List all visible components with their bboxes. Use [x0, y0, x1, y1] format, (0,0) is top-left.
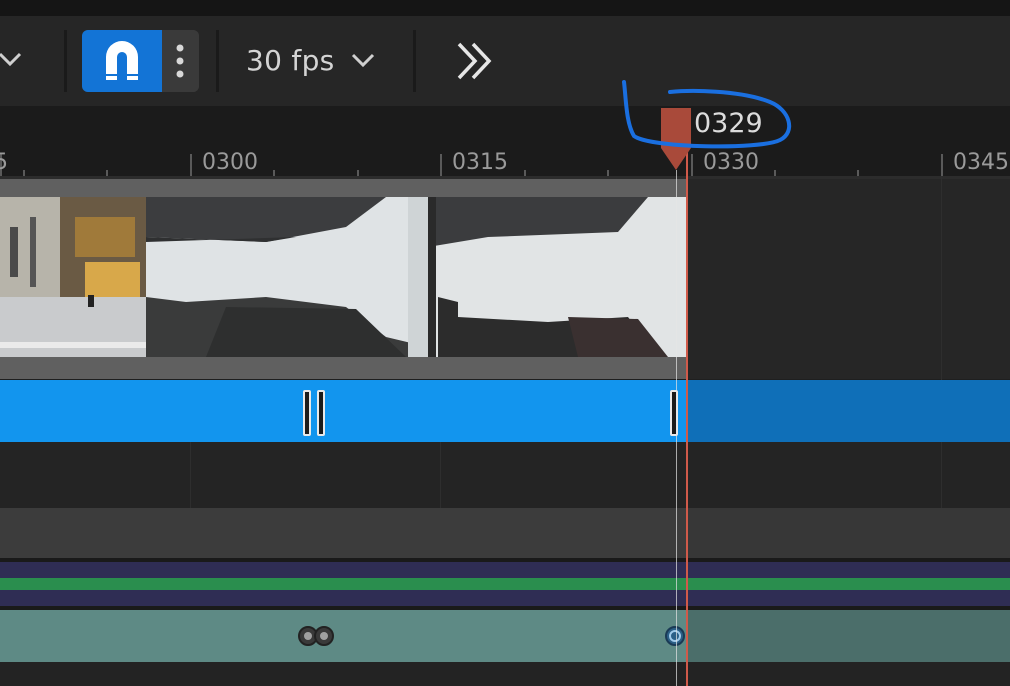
more-tools-button[interactable] — [455, 40, 497, 86]
grid-line — [941, 442, 942, 508]
gray-track-outside — [688, 508, 1010, 558]
snap-options-button[interactable] — [162, 30, 199, 92]
ruler-tick — [941, 154, 943, 176]
vertical-dots-icon — [176, 44, 184, 78]
magnet-icon — [106, 41, 138, 80]
video-clip-thumbnails[interactable] — [0, 179, 688, 379]
ruler-label: 5 — [0, 150, 8, 175]
empty-track — [0, 442, 1010, 508]
ruler-label: 0345 — [953, 150, 1009, 175]
annotation-circle — [620, 78, 795, 154]
ruler-label: 0315 — [452, 150, 508, 175]
fps-dropdown-label[interactable]: 30 fps — [246, 44, 335, 77]
audio-track-outside — [688, 610, 1010, 662]
clip-section-bar-outside — [688, 380, 1010, 442]
window-top-strip — [0, 0, 1010, 16]
clip-handle[interactable] — [317, 390, 325, 436]
keyframe-pair-icon[interactable] — [296, 623, 338, 649]
ruler-label: 0300 — [202, 150, 258, 175]
thumbnail-buildings-up — [146, 197, 428, 357]
grid-line — [440, 442, 441, 508]
track-separator — [0, 558, 1010, 562]
toolbar-divider — [216, 30, 219, 92]
bottom-track — [0, 662, 1010, 686]
keyframe-icon[interactable] — [663, 624, 687, 648]
thumbnail-street — [0, 197, 146, 357]
green-track-line — [0, 578, 1010, 590]
double-chevron-right-icon — [457, 42, 492, 80]
playhead-line — [686, 140, 688, 686]
thumbnail-buildings-up-2 — [428, 197, 688, 357]
snap-toggle-group — [82, 30, 199, 92]
clip-handle[interactable] — [303, 390, 311, 436]
toolbar-divider — [64, 30, 67, 92]
grid-line — [190, 442, 191, 508]
chevron-down-icon[interactable] — [0, 47, 26, 77]
chevron-down-icon[interactable] — [350, 50, 376, 76]
ruler-tick — [190, 154, 192, 176]
timeline-ruler[interactable]: 5 0300 0315 0330 0345 — [0, 106, 1010, 176]
ruler-tick — [691, 154, 693, 176]
playhead-guide — [676, 170, 677, 686]
toolbar-divider — [413, 30, 416, 92]
ruler-tick — [440, 154, 442, 176]
snap-button[interactable] — [82, 30, 162, 92]
